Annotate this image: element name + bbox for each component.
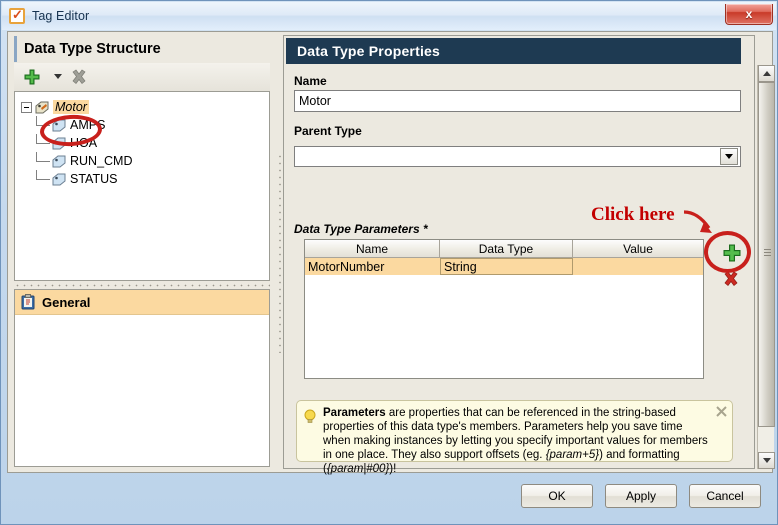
name-label: Name [294,74,327,88]
tree-connector [36,169,50,180]
info-close-button[interactable] [716,406,727,417]
info-lead: Parameters [323,407,386,419]
info-em-2: {param|#00} [326,463,390,475]
tag-editor-window: ✓ Tag Editor x Data Type Structure Motor… [0,0,778,525]
tree-node-root-label: Motor [53,100,89,114]
parent-type-label: Parent Type [294,124,362,138]
right-panel-scrollbar[interactable] [757,65,775,469]
add-member-button[interactable] [22,67,42,87]
column-header-value[interactable]: Value [573,240,703,258]
cell-data-type[interactable]: String [440,258,573,275]
table-row[interactable]: MotorNumber String [305,258,703,275]
delete-member-button[interactable] [69,67,89,87]
datatype-tag-icon [35,101,49,114]
data-type-properties-panel: Data Type Properties Name Parent Type Da… [283,35,755,475]
panel-splitter[interactable] [276,33,282,471]
cell-name[interactable]: MotorNumber [305,258,440,275]
tree-expander-icon[interactable] [21,101,32,113]
tag-icon [52,173,66,186]
close-icon: x [745,7,753,21]
left-panel-title: Data Type Structure [24,41,161,57]
annotation-click-here: Click here [591,204,675,225]
right-panel-header: Data Type Properties [286,38,741,64]
panel-resize-grip[interactable] [14,283,270,288]
tree-node-root[interactable]: Motor [21,98,269,116]
list-item-general[interactable]: General [15,290,269,315]
close-icon [716,406,727,417]
x-icon [72,69,86,85]
tree-node-item[interactable]: RUN_CMD [21,151,269,170]
left-panel-header: Data Type Structure [14,36,273,62]
list-item-general-label: General [42,294,91,310]
column-header-data-type[interactable]: Data Type [440,240,573,258]
ok-button[interactable]: OK [521,484,593,508]
cancel-button[interactable]: Cancel [689,484,761,508]
parameters-table[interactable]: Name Data Type Value MotorNumber String [304,239,704,379]
table-header-row: Name Data Type Value [305,240,703,258]
client-area: Data Type Structure Motor AMPS HOA RUN_C… [7,31,775,475]
lightbulb-icon [304,409,316,425]
cell-value[interactable] [573,258,703,275]
scroll-down-button[interactable] [758,452,775,469]
scroll-up-button[interactable] [758,65,775,82]
window-title: Tag Editor [32,9,90,23]
info-body-3: )! [389,463,397,475]
name-input[interactable] [294,90,741,112]
parameters-info-box: Parameters are properties that can be re… [296,400,733,475]
scrollbar-thumb[interactable] [758,82,775,427]
structure-toolbar [14,63,270,92]
category-list[interactable]: General [14,289,270,467]
parameters-info-text: Parameters are properties that can be re… [323,406,709,476]
right-panel-title: Data Type Properties [297,43,441,59]
checkbox-check-icon: ✓ [9,8,25,24]
chevron-down-icon[interactable] [720,148,738,165]
column-header-name[interactable]: Name [305,240,440,258]
annotation-ellipse-add-button [704,231,751,273]
parameters-label: Data Type Parameters * [294,222,428,236]
window-titlebar: ✓ Tag Editor x [2,2,776,30]
plus-icon [24,69,40,85]
tree-connector [36,151,50,162]
clipboard-icon [21,294,35,310]
data-type-structure-panel: Data Type Structure Motor AMPS HOA RUN_C… [9,33,275,471]
tree-node-item[interactable]: STATUS [21,169,269,188]
parent-type-select[interactable] [294,146,741,167]
add-member-dropdown-arrow[interactable] [54,74,62,79]
info-em-1: {param+5} [545,449,600,461]
close-button[interactable]: x [725,4,773,25]
tree-node-label: RUN_CMD [70,154,133,168]
dialog-button-bar: OK Apply Cancel [1,476,778,516]
apply-button[interactable]: Apply [605,484,677,508]
tag-icon [52,155,66,168]
tree-node-label: STATUS [70,172,118,186]
